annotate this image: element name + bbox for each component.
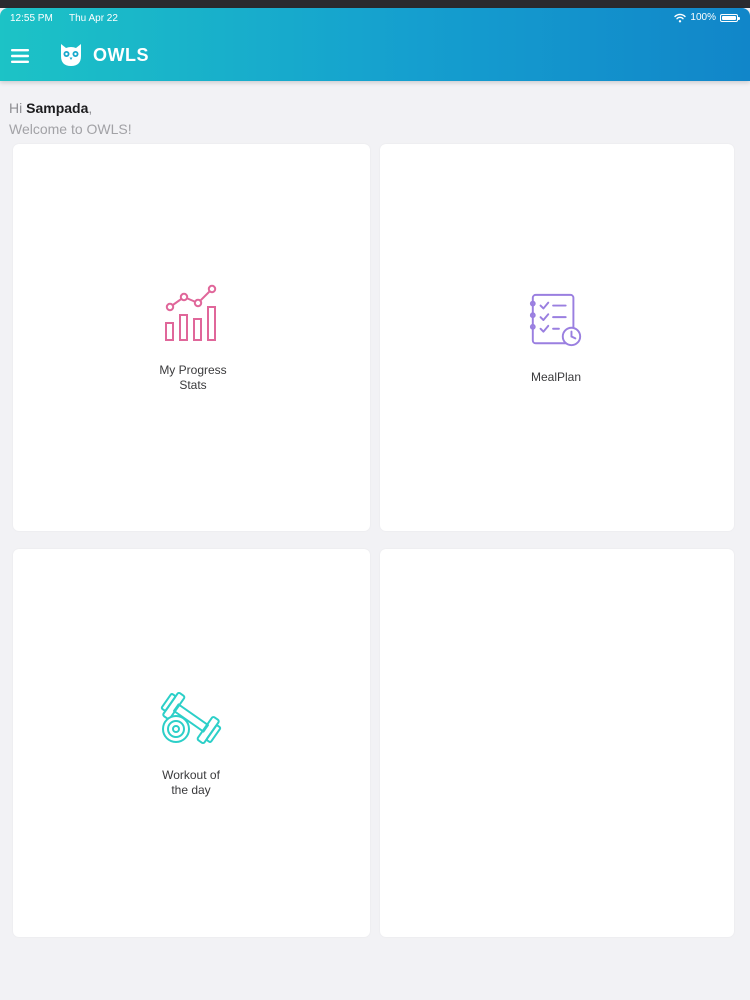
status-time: 12:55 PM <box>10 13 53 24</box>
workout-of-the-day-card[interactable]: Workout of the day <box>13 549 370 937</box>
greeting-suffix: , <box>88 100 93 116</box>
progress-chart-icon <box>165 284 217 341</box>
device-top-edge <box>0 0 750 8</box>
workout-label: Workout of the day <box>101 768 281 798</box>
hamburger-menu-icon[interactable] <box>8 44 32 68</box>
greeting-prefix: Hi <box>9 100 27 116</box>
greeting: Hi Sampada, <box>9 100 92 116</box>
app-bar: 12:55 PM Thu Apr 22 100% OWLS <box>0 8 750 81</box>
progress-stats-card[interactable]: My Progress Stats <box>13 144 370 531</box>
status-indicators: 100% <box>674 12 740 23</box>
meal-plan-label-line1: MealPlan <box>530 370 582 384</box>
empty-card[interactable] <box>380 549 734 937</box>
status-bar: 12:55 PM Thu Apr 22 100% <box>0 8 750 30</box>
workout-label-line1: Workout of <box>162 768 220 782</box>
meal-plan-checklist-icon <box>529 293 582 347</box>
dumbbell-icon <box>160 691 222 745</box>
meal-plan-card[interactable]: MealPlan <box>380 144 734 531</box>
progress-stats-label: My Progress Stats <box>103 363 283 393</box>
owl-logo-icon <box>61 44 81 66</box>
app-title: OWLS <box>93 45 149 65</box>
status-date: Thu Apr 22 <box>69 13 118 24</box>
battery-icon <box>720 13 740 22</box>
user-name: Sampada <box>26 100 89 116</box>
welcome-message: Welcome to OWLS! <box>9 121 132 137</box>
meal-plan-label: MealPlan <box>466 370 646 385</box>
progress-stats-label-line1: My Progress <box>159 363 227 377</box>
battery-percent: 100% <box>690 12 716 23</box>
progress-stats-label-line2: Stats <box>179 378 207 392</box>
wifi-icon <box>674 13 687 22</box>
workout-label-line2: the day <box>171 783 211 797</box>
